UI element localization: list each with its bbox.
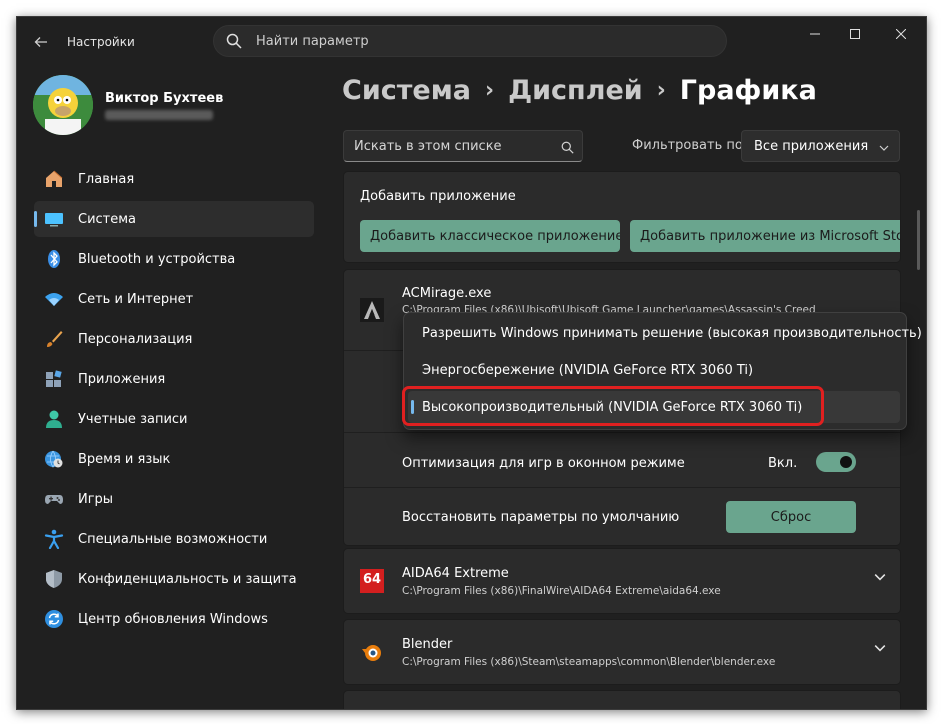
option-label: Разрешить Windows принимать решение (выс… <box>422 325 922 341</box>
chevron-down-icon[interactable] <box>874 642 886 658</box>
sidebar-item-accessibility[interactable]: Специальные возможности <box>34 521 314 557</box>
filter-selected-value: Все приложения <box>754 139 869 154</box>
add-app-card: Добавить приложение Добавить классическо… <box>343 171 901 263</box>
account-icon <box>44 409 64 429</box>
home-icon <box>44 169 64 189</box>
sidebar-nav: Главная Система Bluetooth и устройства С… <box>34 161 314 641</box>
chevron-right-icon: › <box>485 78 495 103</box>
game-optimization-toggle[interactable] <box>816 452 856 472</box>
breadcrumb-display[interactable]: Дисплей <box>508 75 643 106</box>
app-path: C:\Program Files (x86)\FinalWire\AIDA64 … <box>402 585 721 597</box>
sidebar-item-bluetooth[interactable]: Bluetooth и устройства <box>34 241 314 277</box>
sidebar-item-label: Bluetooth и устройства <box>78 251 236 267</box>
gpu-option-power-saving[interactable]: Энергосбережение (NVIDIA GeForce RTX 306… <box>408 354 900 386</box>
game-optimization-label: Оптимизация для игр в оконном режиме <box>402 456 685 471</box>
app-card-next[interactable] <box>343 690 901 709</box>
sidebar-item-apps[interactable]: Приложения <box>34 361 314 397</box>
system-display-icon <box>44 209 64 229</box>
sidebar-item-label: Учетные записи <box>78 411 188 427</box>
chevron-down-icon[interactable] <box>874 571 886 587</box>
sidebar-item-windows-update[interactable]: Центр обновления Windows <box>34 601 314 637</box>
sidebar-item-gaming[interactable]: Игры <box>34 481 314 517</box>
blender-icon <box>360 640 384 664</box>
chevron-right-icon: › <box>656 78 666 103</box>
toggle-knob <box>840 456 852 468</box>
minimize-icon[interactable] <box>797 23 833 45</box>
shield-icon <box>44 569 64 589</box>
sidebar-item-label: Игры <box>78 491 114 507</box>
list-search-placeholder: Искать в этом списке <box>354 139 502 154</box>
list-search-input[interactable]: Искать в этом списке <box>343 130 583 162</box>
highlight-annotation <box>402 386 824 426</box>
chevron-down-icon <box>879 137 889 157</box>
settings-search-input[interactable]: Найти параметр <box>213 25 727 57</box>
sidebar-item-label: Время и язык <box>78 451 171 467</box>
add-store-app-button[interactable]: Добавить приложение из Microsoft Store <box>630 220 900 252</box>
acmirage-icon <box>360 298 384 322</box>
search-icon <box>226 33 242 53</box>
reset-button[interactable]: Сброс <box>726 501 856 533</box>
gpu-option-let-windows-decide[interactable]: Разрешить Windows принимать решение (выс… <box>408 317 922 349</box>
search-placeholder: Найти параметр <box>256 34 369 49</box>
user-email-redacted <box>105 110 213 120</box>
app-card-blender[interactable]: Blender C:\Program Files (x86)\Steam\ste… <box>343 619 901 685</box>
update-icon <box>44 609 64 629</box>
globe-clock-icon <box>44 449 64 469</box>
aida64-icon-text: 64 <box>362 572 382 587</box>
user-name: Виктор Бухтеев <box>105 91 224 106</box>
sidebar-item-home[interactable]: Главная <box>34 161 314 197</box>
bluetooth-icon <box>44 249 64 269</box>
page-title: Графика <box>679 75 817 106</box>
avatar[interactable] <box>33 75 93 135</box>
back-arrow-icon[interactable] <box>27 28 55 56</box>
sidebar-item-label: Конфиденциальность и защита <box>78 571 297 587</box>
sidebar-item-system[interactable]: Система <box>34 201 314 237</box>
sidebar-item-label: Приложения <box>78 371 166 387</box>
wifi-icon <box>44 289 64 309</box>
app-title: Настройки <box>67 35 135 49</box>
app-name: Blender <box>402 637 453 652</box>
brush-icon <box>44 329 64 349</box>
toggle-state-label: Вкл. <box>768 456 798 471</box>
sidebar-item-label: Персонализация <box>78 331 193 347</box>
reset-settings-label: Восстановить параметры по умолчанию <box>402 510 680 525</box>
divider <box>344 487 900 488</box>
app-name: AIDA64 Extreme <box>402 566 509 581</box>
gamepad-icon <box>44 489 64 509</box>
sidebar-item-label: Система <box>78 211 137 227</box>
sidebar-item-label: Центр обновления Windows <box>78 611 268 627</box>
add-classic-app-button[interactable]: Добавить классическое приложение <box>360 220 620 252</box>
sidebar-item-accounts[interactable]: Учетные записи <box>34 401 314 437</box>
sidebar-item-personalization[interactable]: Персонализация <box>34 321 314 357</box>
app-path: C:\Program Files (x86)\Steam\steamapps\c… <box>402 656 776 668</box>
scrollbar[interactable] <box>917 210 920 270</box>
sidebar-item-time-language[interactable]: Время и язык <box>34 441 314 477</box>
divider <box>344 432 900 433</box>
app-name: ACMirage.exe <box>402 286 492 301</box>
sidebar-item-network[interactable]: Сеть и Интернет <box>34 281 314 317</box>
breadcrumb: Система › Дисплей › Графика <box>342 75 817 106</box>
aida64-icon: 64 <box>360 569 384 593</box>
sidebar-item-label: Главная <box>78 171 135 187</box>
sidebar-item-privacy[interactable]: Конфиденциальность и защита <box>34 561 314 597</box>
accessibility-icon <box>44 529 64 549</box>
add-app-title: Добавить приложение <box>360 189 516 204</box>
settings-window: Настройки Найти параметр Виктор Бухтеев <box>16 16 927 710</box>
app-card-aida64[interactable]: 64 AIDA64 Extreme C:\Program Files (x86)… <box>343 548 901 614</box>
filter-label: Фильтровать по: <box>632 138 748 153</box>
maximize-icon[interactable] <box>837 23 873 45</box>
close-icon[interactable] <box>883 23 919 45</box>
search-icon <box>561 139 574 158</box>
apps-icon <box>44 369 64 389</box>
filter-dropdown[interactable]: Все приложения <box>741 130 900 162</box>
sidebar-item-label: Специальные возможности <box>78 531 268 547</box>
breadcrumb-system[interactable]: Система <box>342 75 471 106</box>
sidebar-item-label: Сеть и Интернет <box>78 291 194 307</box>
option-label: Энергосбережение (NVIDIA GeForce RTX 306… <box>422 362 754 378</box>
